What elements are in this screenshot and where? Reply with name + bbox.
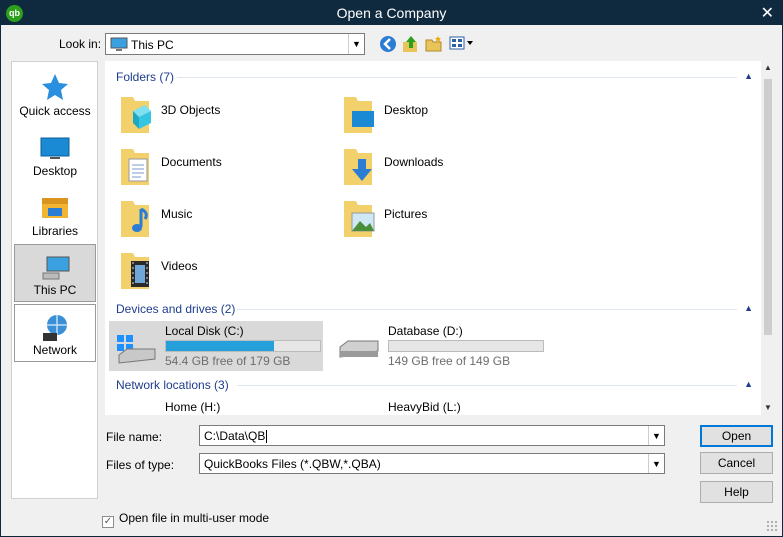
star-icon <box>40 72 70 105</box>
window-title: Open a Company <box>336 5 447 21</box>
drive-usage-bar <box>388 340 544 352</box>
file-type-label: Files of type: <box>106 458 175 472</box>
drive-item-c[interactable]: Local Disk (C:) 54.4 GB free of 179 GB <box>109 321 323 371</box>
place-desktop[interactable]: Desktop <box>14 124 96 182</box>
network-icon <box>41 313 71 346</box>
file-browser-pane[interactable]: Folders (7) ▲ 3D Objects Desktop Documen… <box>105 61 775 415</box>
file-name-value: C:\Data\QB <box>204 429 266 443</box>
vertical-scrollbar[interactable]: ▲ ▼ <box>761 61 775 415</box>
local-disk-icon <box>117 335 156 364</box>
chevron-down-icon[interactable]: ▼ <box>348 34 364 54</box>
folder-item[interactable]: Documents <box>105 141 305 189</box>
libraries-icon <box>40 192 70 225</box>
collapse-folders-icon[interactable]: ▲ <box>744 71 753 81</box>
chevron-down-icon[interactable]: ▼ <box>648 426 664 445</box>
network-location-item[interactable]: Home (H:) <box>165 400 220 414</box>
drive-usage-bar <box>165 340 321 352</box>
music-folder-icon <box>121 201 149 237</box>
place-network[interactable]: Network <box>14 304 96 362</box>
place-this-pc[interactable]: This PC <box>14 244 96 302</box>
open-company-dialog: qb Open a Company ✕ Look in: This PC ▼ Q… <box>0 0 783 537</box>
new-folder-icon[interactable] <box>425 35 443 56</box>
file-name-input[interactable]: C:\Data\QB ▼ <box>199 425 665 446</box>
folder-item[interactable]: Downloads <box>328 141 528 189</box>
desktop-icon <box>40 132 70 165</box>
computer-icon <box>41 253 71 286</box>
3d-objects-icon <box>121 97 151 133</box>
computer-icon <box>110 37 128 55</box>
close-icon[interactable]: ✕ <box>761 3 774 23</box>
places-bar: Quick access Desktop Libraries This PC N… <box>11 61 98 499</box>
back-icon[interactable] <box>379 35 397 56</box>
file-type-dropdown[interactable]: QuickBooks Files (*.QBW,*.QBA) ▼ <box>199 453 665 474</box>
folder-item[interactable]: Videos <box>105 245 305 293</box>
title-bar: qb Open a Company ✕ <box>1 1 782 25</box>
scroll-down-icon[interactable]: ▼ <box>761 401 775 415</box>
drive-item-d[interactable]: Database (D:) 149 GB free of 149 GB <box>332 321 546 371</box>
multi-user-label: Open file in multi-user mode <box>119 511 270 525</box>
hard-drive-icon <box>339 340 379 358</box>
desktop-folder-icon <box>344 97 374 133</box>
network-location-item[interactable]: HeavyBid (L:) <box>388 400 461 414</box>
folder-item[interactable]: Pictures <box>328 193 528 241</box>
pictures-folder-icon <box>344 201 375 237</box>
group-divider <box>177 77 737 78</box>
look-in-label: Look in: <box>59 37 102 51</box>
help-button[interactable]: Help <box>700 481 773 503</box>
folders-group-header[interactable]: Folders (7) <box>116 70 174 84</box>
multi-user-checkbox[interactable]: ✓ <box>102 516 114 528</box>
text-caret <box>266 430 268 444</box>
up-folder-icon[interactable] <box>402 35 420 56</box>
videos-folder-icon <box>121 253 149 289</box>
downloads-folder-icon <box>344 149 372 185</box>
cancel-button[interactable]: Cancel <box>700 452 773 474</box>
scroll-thumb[interactable] <box>764 79 772 335</box>
multi-user-option[interactable]: ✓ Open file in multi-user mode <box>102 511 269 528</box>
collapse-network-icon[interactable]: ▲ <box>744 379 753 389</box>
collapse-devices-icon[interactable]: ▲ <box>744 303 753 313</box>
documents-folder-icon <box>121 149 149 185</box>
scroll-up-icon[interactable]: ▲ <box>761 61 775 75</box>
file-name-label: File name: <box>106 430 163 444</box>
folder-item[interactable]: Music <box>105 193 305 241</box>
open-button[interactable]: Open <box>700 425 773 447</box>
network-group-header[interactable]: Network locations (3) <box>116 378 229 392</box>
view-menu-icon[interactable] <box>449 35 475 54</box>
look-in-dropdown[interactable]: This PC ▼ <box>105 33 365 55</box>
resize-grip-icon[interactable] <box>766 520 778 532</box>
group-divider <box>237 385 737 386</box>
folder-item[interactable]: 3D Objects <box>105 89 305 137</box>
place-libraries[interactable]: Libraries <box>14 184 96 242</box>
file-type-value: QuickBooks Files (*.QBW,*.QBA) <box>204 457 381 471</box>
chevron-down-icon[interactable]: ▼ <box>648 454 664 473</box>
folder-item[interactable]: Desktop <box>328 89 528 137</box>
group-divider <box>237 309 737 310</box>
look-in-value: This PC <box>131 38 174 52</box>
devices-group-header[interactable]: Devices and drives (2) <box>116 302 235 316</box>
place-quick-access[interactable]: Quick access <box>14 64 96 122</box>
